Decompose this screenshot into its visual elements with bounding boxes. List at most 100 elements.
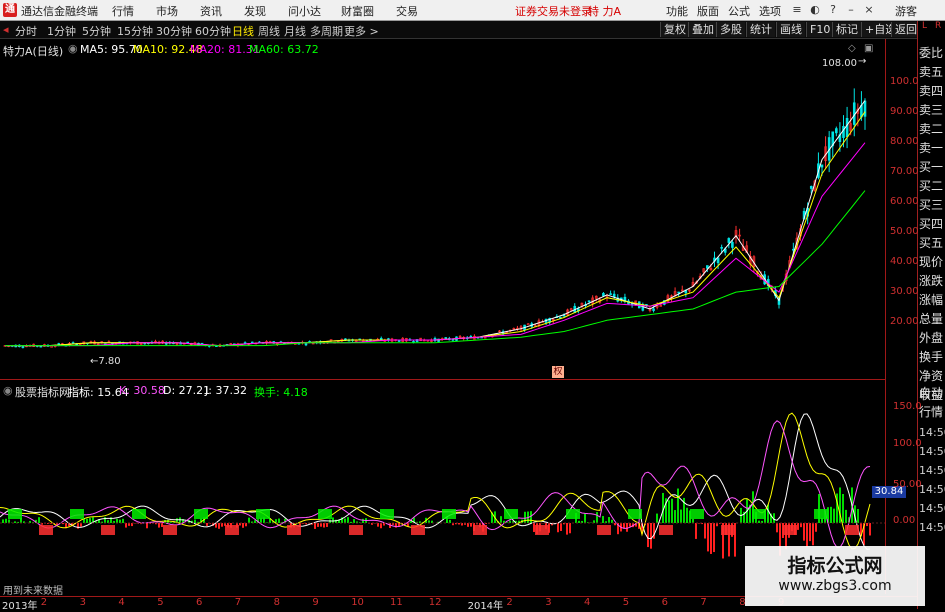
menu-item-market[interactable]: 行情 <box>112 3 134 19</box>
indicator-bar <box>221 523 223 527</box>
signal-mark <box>411 525 425 535</box>
signal-mark <box>225 525 239 535</box>
candle-body <box>40 346 42 347</box>
quote-tab-5[interactable]: 卖一 <box>919 139 945 158</box>
quote-tab-0[interactable]: 委比 <box>919 44 945 63</box>
menu-item-options[interactable]: 选项 <box>759 3 781 19</box>
indicator-bar <box>800 523 802 527</box>
user-label[interactable]: 游客 <box>895 3 917 19</box>
quote-tab-10[interactable]: 买五 <box>919 234 945 253</box>
period-tab-5min[interactable]: 5分钟 <box>82 23 111 39</box>
toolbar-back-button[interactable]: 返回 <box>891 22 920 37</box>
indicator-bar <box>50 523 52 524</box>
quote-bottom-tab-1[interactable]: 行情 <box>919 403 945 422</box>
toolbar-draw-button[interactable]: 画线 <box>776 22 805 37</box>
indicator-bar <box>2 519 4 523</box>
quote-tab-15[interactable]: 外盘 <box>919 329 945 348</box>
candle-body <box>728 238 730 242</box>
indicator-bar <box>500 516 502 523</box>
menu-item-formula[interactable]: 公式 <box>728 3 750 19</box>
login-status[interactable]: 证券交易未登录 <box>515 3 592 19</box>
period-tab-30min[interactable]: 30分钟 <box>156 23 192 39</box>
indicator-bar <box>122 519 124 523</box>
menu-item-trade[interactable]: 交易 <box>396 3 418 19</box>
quote-tab-2[interactable]: 卖四 <box>919 82 945 101</box>
period-tab-more[interactable]: 更多 > <box>344 23 379 39</box>
x-tick: 3 <box>80 597 86 608</box>
indicator-bar <box>674 510 676 523</box>
indicator-bar <box>350 522 352 523</box>
toolbar-adjust-button[interactable]: 复权 <box>660 22 689 37</box>
skin-icon[interactable]: ◐ <box>808 2 822 17</box>
menu-item-function[interactable]: 功能 <box>666 3 688 19</box>
menu-item-news[interactable]: 资讯 <box>200 3 222 19</box>
period-tab-daily[interactable]: 日线 <box>232 23 254 39</box>
toolbar-overlay-button[interactable]: 叠加 <box>688 22 717 37</box>
signal-mark <box>101 525 115 535</box>
quote-bottom-tab-0[interactable]: 自动 <box>919 384 945 403</box>
candle-body <box>452 339 454 340</box>
menu-item-wealth[interactable]: 财富圈 <box>341 3 374 19</box>
indicator-tick: 0.00 <box>893 515 915 526</box>
toolbar-stats-button[interactable]: 统计 <box>746 22 775 37</box>
indicator-bar <box>524 512 526 523</box>
menu-icon[interactable]: ≡ <box>790 2 804 17</box>
quote-tab-4[interactable]: 卖二 <box>919 120 945 139</box>
x-tick: 5 <box>623 597 629 608</box>
prev-icon[interactable]: ◂ <box>3 23 9 36</box>
x-tick: 2 <box>506 597 512 608</box>
signal-mark <box>256 509 270 519</box>
quote-tab-11[interactable]: 现价 <box>919 253 945 272</box>
x-tick: 10 <box>351 597 364 608</box>
menu-item-layout[interactable]: 版面 <box>697 3 719 19</box>
period-tab-multi[interactable]: 多周期 <box>310 23 343 39</box>
indicator-bar <box>707 523 709 551</box>
indicator-bar <box>842 494 844 523</box>
weight-marker[interactable]: 权 <box>552 366 564 378</box>
period-tab-15min[interactable]: 15分钟 <box>117 23 153 39</box>
indicator-bar <box>809 523 811 541</box>
quote-tab-13[interactable]: 涨幅 <box>919 291 945 310</box>
indicator-bar <box>119 520 121 523</box>
toolbar-multistock-button[interactable]: 多股 <box>716 22 745 37</box>
quote-tab-7[interactable]: 买二 <box>919 177 945 196</box>
quote-tab-1[interactable]: 卖五 <box>919 63 945 82</box>
indicator-bar <box>806 523 808 547</box>
indicator-bar <box>218 523 220 529</box>
close-icon[interactable]: × <box>862 2 876 17</box>
menu-item-ask[interactable]: 问小达 <box>288 3 321 19</box>
menu-item-exchange[interactable]: 市场 <box>156 3 178 19</box>
signal-mark <box>814 509 828 519</box>
future-data-note: 用到未来数据 <box>3 582 63 597</box>
help-icon[interactable]: ? <box>826 2 840 17</box>
quote-tab-6[interactable]: 买一 <box>919 158 945 177</box>
period-tab-1min[interactable]: 1分钟 <box>47 23 76 39</box>
toolbar-f10-button[interactable]: F10 <box>806 22 833 37</box>
price-tick: 70.00 <box>890 166 919 177</box>
price-tick: 50.00 <box>890 226 919 237</box>
kline-svg[interactable] <box>0 39 885 379</box>
indicator-bar <box>38 517 40 523</box>
period-tab-weekly[interactable]: 周线 <box>258 23 280 39</box>
panel-r-icon[interactable]: R <box>935 21 941 31</box>
indicator-bar <box>320 523 322 527</box>
indicator-bar <box>260 518 262 523</box>
indicator-line-2 <box>0 421 870 548</box>
quote-tab-12[interactable]: 涨跌 <box>919 272 945 291</box>
quote-tab-16[interactable]: 换手 <box>919 348 945 367</box>
time-label: 14:50 <box>919 502 945 515</box>
panel-toggle-icon[interactable]: L <box>922 21 927 31</box>
period-tab-intraday[interactable]: 分时 <box>15 23 37 39</box>
quote-tab-8[interactable]: 买三 <box>919 196 945 215</box>
indicator-bar <box>242 523 244 528</box>
indicator-tick: 150.0 <box>893 401 922 412</box>
toolbar-mark-button[interactable]: 标记 <box>832 22 861 37</box>
period-tab-60min[interactable]: 60分钟 <box>195 23 231 39</box>
quote-tab-9[interactable]: 买四 <box>919 215 945 234</box>
quote-tab-14[interactable]: 总量 <box>919 310 945 329</box>
x-tick: 2013年 <box>2 597 37 612</box>
minimize-icon[interactable]: – <box>844 2 858 17</box>
period-tab-monthly[interactable]: 月线 <box>284 23 306 39</box>
quote-tab-3[interactable]: 卖三 <box>919 101 945 120</box>
menu-item-discover[interactable]: 发现 <box>244 3 266 19</box>
